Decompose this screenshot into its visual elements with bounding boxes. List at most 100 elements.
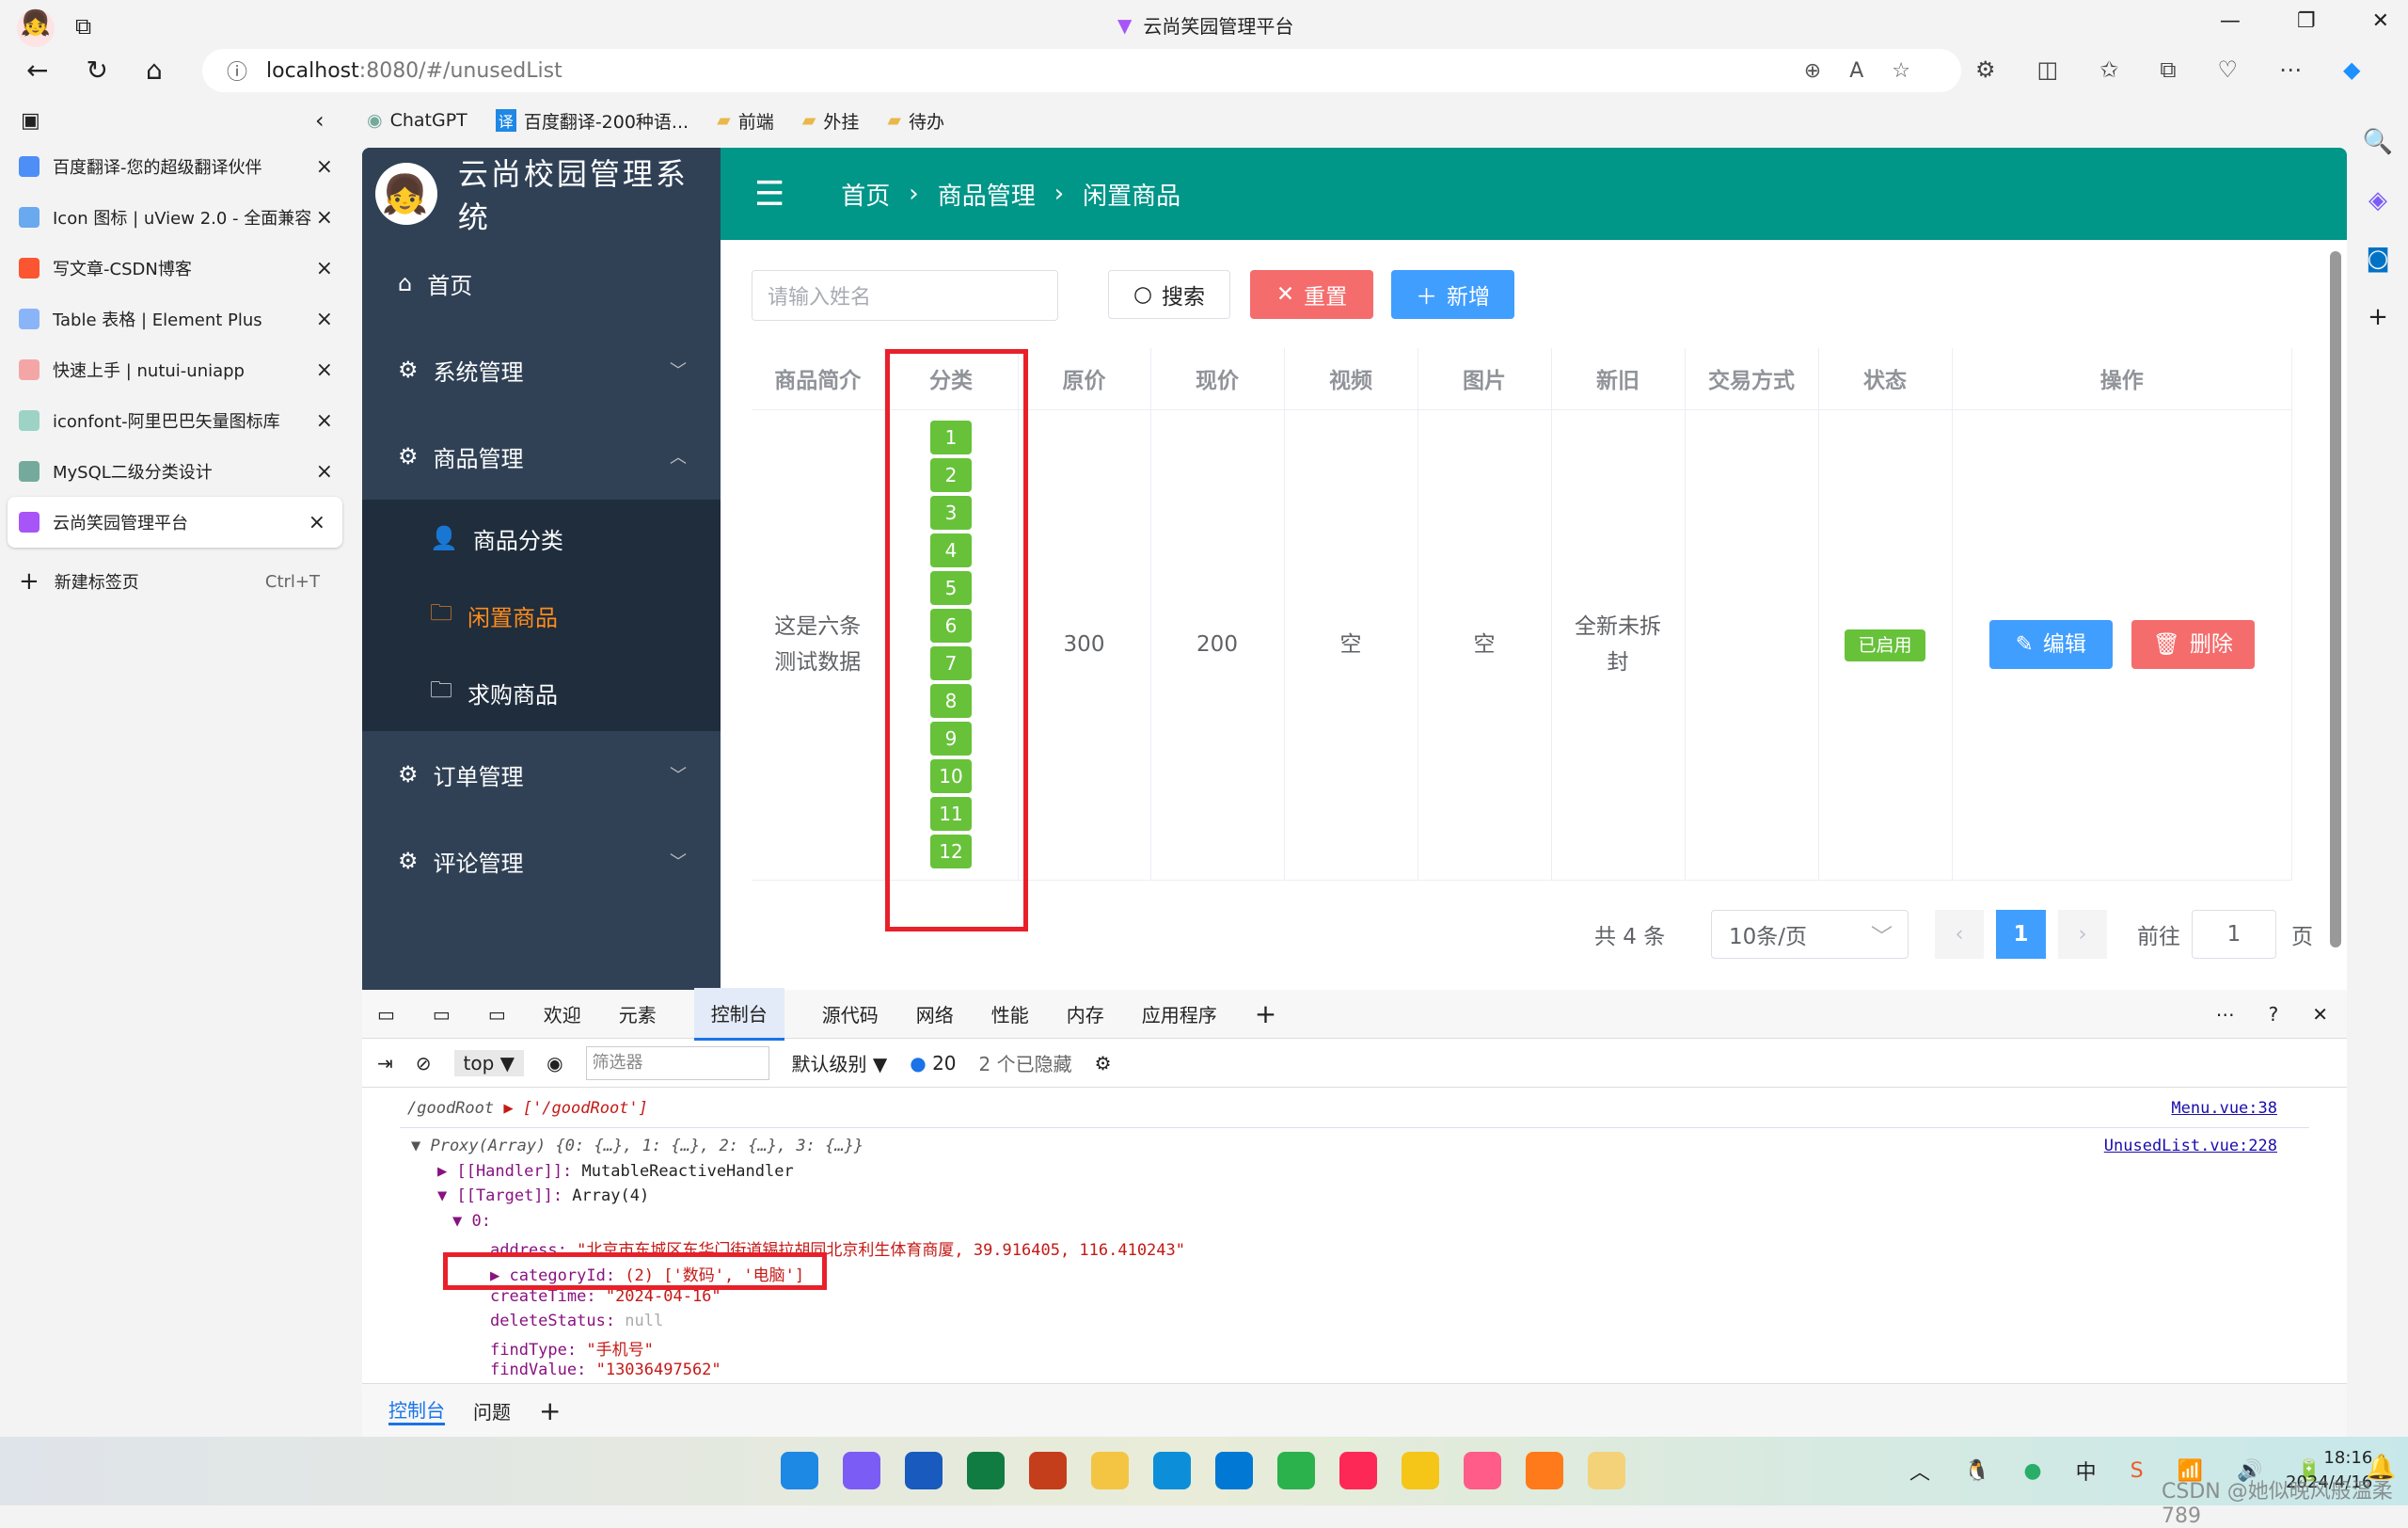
wechat-icon[interactable]: ● (2023, 1459, 2041, 1483)
search-button[interactable]: ○ 搜索 (1108, 270, 1230, 319)
browser-tab[interactable]: 快速上手 | nutui-uniapp × (0, 344, 350, 395)
inspect-icon[interactable]: ▭ (377, 1003, 395, 1026)
copilot-app-icon[interactable]: ◈ (2359, 171, 2397, 230)
devtools-tab[interactable]: 欢迎 (544, 1000, 581, 1027)
menu-home[interactable]: ⌂ 首页 (362, 240, 721, 326)
browser-tab[interactable]: Icon 图标 | uView 2.0 - 全面兼容 × (0, 192, 350, 243)
browser-tab[interactable]: Table 表格 | Element Plus × (0, 294, 350, 344)
reset-button[interactable]: ✕ 重置 (1250, 270, 1373, 319)
app-orange-icon[interactable] (1526, 1452, 1563, 1489)
app-scrollbar[interactable] (2330, 251, 2341, 947)
breadcrumb-goods[interactable]: 商品管理 (938, 177, 1036, 212)
drawer-tab-console[interactable]: 控制台 (388, 1395, 445, 1425)
profile-avatar[interactable]: 👧 (17, 9, 55, 47)
console-line[interactable]: ▼ Proxy(Array) {0: {…}, 1: {…}, 2: {…}, … (411, 1137, 863, 1155)
more-icon[interactable]: ⋯ (2216, 1003, 2235, 1026)
next-page-button[interactable]: › (2058, 910, 2107, 959)
devtools-tab[interactable]: 控制台 (693, 987, 784, 1041)
page-size-select[interactable]: 10条/页 ﹀ (1711, 910, 1909, 959)
powerpoint-icon[interactable] (1029, 1452, 1067, 1489)
copilot-icon[interactable]: ◆ (2343, 56, 2360, 83)
more-icon[interactable]: ⋯ (2279, 56, 2302, 83)
prev-page-button[interactable]: ‹ (1935, 910, 1984, 959)
browser-tab[interactable]: MySQL二级分类设计 × (0, 446, 350, 497)
devtools-tab[interactable]: 元素 (619, 1000, 657, 1027)
add-button[interactable]: ＋ 新增 (1391, 270, 1514, 319)
bookmark-folder-plugins[interactable]: ▰ 外挂 (802, 108, 860, 134)
messages-count[interactable]: ● 20 (910, 1052, 956, 1074)
menu-toggle-icon[interactable]: ☰ (754, 175, 784, 214)
intellij-icon[interactable] (1339, 1452, 1377, 1489)
submenu-unused-goods[interactable]: 🗀 闲置商品 (362, 577, 721, 654)
devtools-tab[interactable]: 性能 (991, 1000, 1029, 1027)
word-icon[interactable] (905, 1452, 943, 1489)
menu-goods[interactable]: ⚙ 商品管理 ︿ (362, 413, 721, 500)
browser-tab[interactable]: 云尚笑园管理平台 × (8, 497, 342, 548)
bookmark-folder-frontend[interactable]: ▰ 前端 (717, 108, 774, 134)
menu-comments[interactable]: ⚙ 评论管理 ﹀ (362, 818, 721, 904)
context-select[interactable]: top ▼ (453, 1049, 525, 1076)
close-tab-icon[interactable]: × (316, 308, 333, 331)
home-button[interactable]: ⌂ (146, 55, 163, 86)
filter-input[interactable]: 筛选器 (585, 1045, 769, 1080)
close-tab-icon[interactable]: × (316, 206, 333, 230)
clear-console-icon[interactable]: ⊘ (416, 1052, 432, 1074)
outlook-icon[interactable]: ◙ (2359, 230, 2397, 288)
refresh-button[interactable]: ↻ (86, 55, 107, 86)
file-explorer-icon[interactable] (1091, 1452, 1129, 1489)
search-name-input[interactable]: 请输入姓名 (752, 270, 1058, 321)
source-link[interactable]: UnusedList.vue:228 (2104, 1137, 2277, 1155)
browser-tab[interactable]: 写文章-CSDN博客 × (0, 243, 350, 294)
close-tab-icon[interactable]: × (309, 511, 325, 534)
bookmark-baidu-translate[interactable]: 译百度翻译-200种语... (495, 108, 689, 134)
delete-button[interactable]: 🗑 删除 (2131, 620, 2255, 669)
goto-page-input[interactable]: 1 (2192, 910, 2276, 959)
drawer-tab-issues[interactable]: 问题 (473, 1397, 511, 1425)
search-icon[interactable]: 🔍 (2359, 113, 2397, 171)
close-tab-icon[interactable]: × (316, 155, 333, 179)
device-icon[interactable]: ▭ (433, 1003, 451, 1026)
add-app-icon[interactable]: + (2359, 288, 2397, 346)
browser-tab[interactable]: iconfont-阿里巴巴矢量图标库 × (0, 395, 350, 446)
devtools-tab[interactable]: 内存 (1067, 1000, 1104, 1027)
ime-icon[interactable]: 中 (2076, 1456, 2097, 1486)
start-icon[interactable] (781, 1452, 818, 1489)
menu-system[interactable]: ⚙ 系统管理 ﹀ (362, 326, 721, 413)
page-1-button[interactable]: 1 (1996, 910, 2046, 959)
qq-icon[interactable]: 🐧 (1964, 1459, 1989, 1483)
vscode-icon[interactable] (1215, 1452, 1253, 1489)
excel-icon[interactable] (967, 1452, 1005, 1489)
favorites-icon[interactable]: ✩ (2099, 56, 2118, 83)
submenu-wanted-goods[interactable]: 🗀 求购商品 (362, 654, 721, 731)
close-tab-icon[interactable]: × (316, 358, 333, 382)
console-line[interactable]: ▼ [[Target]]: Array(4) (437, 1186, 649, 1205)
breadcrumb-home[interactable]: 首页 (841, 177, 890, 212)
dock-icon[interactable]: ▭ (488, 1003, 506, 1026)
console-line[interactable]: ▶ [[Handler]]: MutableReactiveHandler (437, 1162, 794, 1181)
tab-panel-icon[interactable]: ▣ (21, 109, 40, 133)
extensions-icon[interactable]: ⚙ (1975, 56, 1996, 83)
address-bar[interactable]: ⓘ localhost:8080/#/unusedList ⊕A☆ (202, 49, 1961, 92)
browser-icon[interactable] (1588, 1452, 1625, 1489)
chevron-up-icon[interactable]: ︿ (1909, 1456, 1930, 1486)
back-button[interactable]: ← (26, 55, 48, 86)
edit-button[interactable]: ✎ 编辑 (1988, 620, 2113, 669)
minimize-button[interactable]: — (2220, 9, 2241, 33)
close-tab-icon[interactable]: × (316, 460, 333, 484)
log-level-select[interactable]: 默认级别 ▼ (792, 1049, 888, 1076)
close-tab-icon[interactable]: × (316, 409, 333, 433)
workspaces-icon[interactable]: ⧉ (75, 13, 91, 40)
devtools-tab[interactable]: 网络 (916, 1000, 954, 1027)
devtools-tab[interactable]: 应用程序 (1142, 1000, 1217, 1027)
close-tab-icon[interactable]: × (316, 257, 333, 280)
health-icon[interactable]: ♡ (2217, 56, 2238, 83)
app-icon[interactable] (1402, 1452, 1439, 1489)
help-icon[interactable]: ? (2269, 1003, 2279, 1026)
close-devtools-icon[interactable]: ✕ (2312, 1003, 2328, 1026)
devtools-tab[interactable]: 源代码 (822, 1000, 879, 1027)
bookmark-folder-todo[interactable]: ▰ 待办 (887, 108, 944, 134)
console-line[interactable]: ▼ 0: (452, 1212, 491, 1231)
source-link[interactable]: Menu.vue:38 (2171, 1099, 2277, 1118)
hbuilder-icon[interactable] (1277, 1452, 1315, 1489)
menu-orders[interactable]: ⚙ 订单管理 ﹀ (362, 731, 721, 818)
